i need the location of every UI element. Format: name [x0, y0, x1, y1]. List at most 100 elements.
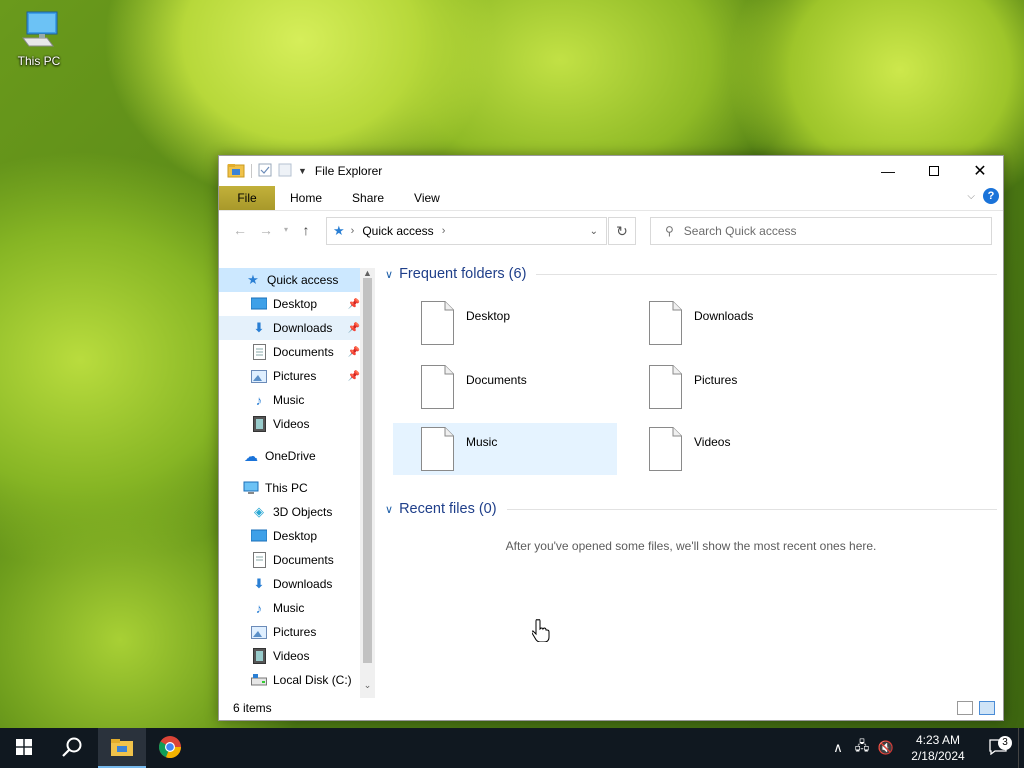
nav-pc-videos[interactable]: Videos	[219, 644, 360, 668]
search-input[interactable]	[683, 224, 964, 238]
scroll-up-icon[interactable]: ▲	[360, 268, 375, 278]
close-button[interactable]: ✕	[957, 156, 1003, 186]
pictures-icon	[251, 368, 267, 384]
show-desktop-button[interactable]	[1018, 728, 1024, 768]
pin-icon[interactable]: 📌	[348, 347, 360, 358]
new-folder-icon[interactable]	[278, 163, 292, 180]
chevron-up-icon[interactable]: ∧	[826, 740, 850, 756]
breadcrumb-quick-access[interactable]: Quick access	[362, 224, 433, 238]
taskbar-chrome[interactable]	[146, 728, 194, 768]
taskbar-file-explorer[interactable]	[98, 728, 146, 768]
nav-quick-music[interactable]: ♪ Music	[219, 388, 360, 412]
folder-tile-downloads[interactable]: Downloads	[621, 297, 845, 349]
recent-locations-icon[interactable]: ▾	[279, 225, 293, 234]
nav-this-pc[interactable]: This PC	[219, 476, 360, 500]
search-box[interactable]: ⚲	[650, 217, 992, 245]
nav-scrollbar[interactable]: ▲ ⌄	[360, 268, 375, 698]
nav-pc-downloads[interactable]: ⬇ Downloads	[219, 572, 360, 596]
tab-view[interactable]: View	[399, 186, 455, 210]
documents-icon	[251, 344, 267, 360]
nav-pc-3d-objects[interactable]: ◈ 3D Objects	[219, 500, 360, 524]
recent-files-header[interactable]: ∨ Recent files (0)	[385, 498, 997, 520]
action-center-button[interactable]: 3	[978, 735, 1018, 758]
nav-pc-documents[interactable]: Documents	[219, 548, 360, 572]
tab-share[interactable]: Share	[337, 186, 399, 210]
scroll-down-icon[interactable]: ⌄	[360, 680, 375, 691]
folder-tile-videos[interactable]: Videos	[621, 423, 845, 475]
forward-arrow-icon[interactable]: →	[253, 222, 279, 238]
blank-file-icon	[421, 427, 454, 471]
up-arrow-icon[interactable]: ↑	[293, 222, 319, 238]
tile-label: Pictures	[694, 373, 738, 387]
help-icon[interactable]: ?	[983, 188, 999, 204]
nav-label: Downloads	[273, 321, 333, 335]
tile-label: Videos	[694, 435, 731, 449]
expand-ribbon-icon[interactable]: ⌵	[967, 191, 975, 202]
clock[interactable]: 4:23 AM 2/18/2024	[898, 732, 978, 764]
chevron-down-icon[interactable]: ⌄	[590, 226, 598, 237]
nav-pc-pictures[interactable]: Pictures	[219, 620, 360, 644]
windows-logo-icon	[16, 738, 32, 758]
blank-file-icon	[649, 427, 682, 471]
videos-icon	[251, 416, 267, 432]
nav-quick-desktop[interactable]: Desktop 📌	[219, 292, 360, 316]
this-pc-icon	[243, 480, 259, 496]
maximize-button[interactable]	[911, 156, 957, 186]
breadcrumb-separator-icon[interactable]: ›	[351, 225, 355, 237]
frequent-folders-header[interactable]: ∨ Frequent folders (6)	[385, 263, 997, 285]
chevron-down-icon: ∨	[385, 503, 394, 516]
folder-tile-desktop[interactable]: Desktop	[393, 297, 617, 349]
nav-pc-local-disk[interactable]: Local Disk (C:)	[219, 668, 360, 692]
start-button[interactable]	[0, 728, 48, 768]
pin-icon[interactable]: 📌	[348, 299, 360, 310]
this-pc-icon	[17, 8, 61, 52]
title-bar[interactable]: ▼ File Explorer — ✕	[219, 156, 1003, 186]
nav-onedrive[interactable]: ☁ OneDrive	[219, 444, 360, 468]
volume-muted-icon[interactable]: 🔇	[874, 740, 898, 756]
item-count: 6 items	[233, 701, 272, 715]
scroll-thumb[interactable]	[363, 278, 372, 663]
nav-label: Desktop	[273, 529, 318, 543]
nav-pc-music[interactable]: ♪ Music	[219, 596, 360, 620]
file-explorer-window: ▼ File Explorer — ✕ File Home Share View…	[218, 155, 1004, 721]
pin-icon[interactable]: 📌	[348, 323, 360, 334]
divider	[506, 508, 997, 510]
taskbar: ∧ 🖧 🔇 4:23 AM 2/18/2024 3	[0, 728, 1024, 768]
tab-home[interactable]: Home	[275, 186, 337, 210]
nav-quick-videos[interactable]: Videos	[219, 412, 360, 436]
music-icon: ♪	[255, 600, 263, 616]
downloads-icon: ⬇	[253, 576, 265, 591]
details-view-icon[interactable]	[957, 701, 973, 715]
star-icon: ★	[247, 272, 259, 287]
customize-toolbar-icon[interactable]: ▼	[298, 166, 307, 176]
group-title: Frequent folders (6)	[399, 266, 527, 282]
network-icon[interactable]: 🖧	[850, 737, 874, 759]
folder-tile-music[interactable]: Music	[393, 423, 617, 475]
nav-quick-access[interactable]: ★ Quick access	[219, 268, 360, 292]
nav-quick-downloads[interactable]: ⬇ Downloads 📌	[219, 316, 360, 340]
nav-label: Quick access	[267, 273, 339, 287]
toolbar-separator	[251, 164, 252, 178]
nav-quick-pictures[interactable]: Pictures 📌	[219, 364, 360, 388]
tab-file[interactable]: File	[219, 186, 275, 210]
desktop-icon-this-pc[interactable]: This PC	[10, 8, 68, 68]
pin-icon[interactable]: 📌	[348, 371, 360, 382]
nav-label: Documents	[273, 553, 334, 567]
nav-label: Documents	[273, 345, 334, 359]
refresh-button[interactable]: ↻	[608, 217, 636, 245]
music-icon: ♪	[255, 392, 263, 408]
system-tray: ∧ 🖧 🔇 4:23 AM 2/18/2024 3	[826, 728, 1024, 768]
large-icons-view-icon[interactable]	[979, 701, 995, 715]
chevron-down-icon: ∨	[385, 268, 394, 281]
folder-tile-pictures[interactable]: Pictures	[621, 361, 845, 413]
nav-quick-documents[interactable]: Documents 📌	[219, 340, 360, 364]
back-arrow-icon[interactable]: ←	[227, 222, 253, 238]
folder-tile-documents[interactable]: Documents	[393, 361, 617, 413]
blank-file-icon	[421, 301, 454, 345]
address-bar[interactable]: ★ › Quick access › ⌄	[326, 217, 607, 245]
nav-pc-desktop[interactable]: Desktop	[219, 524, 360, 548]
minimize-button[interactable]: —	[865, 156, 911, 186]
properties-icon[interactable]	[258, 163, 272, 180]
search-button[interactable]	[48, 728, 96, 768]
breadcrumb-chevron-icon[interactable]: ›	[442, 225, 446, 237]
